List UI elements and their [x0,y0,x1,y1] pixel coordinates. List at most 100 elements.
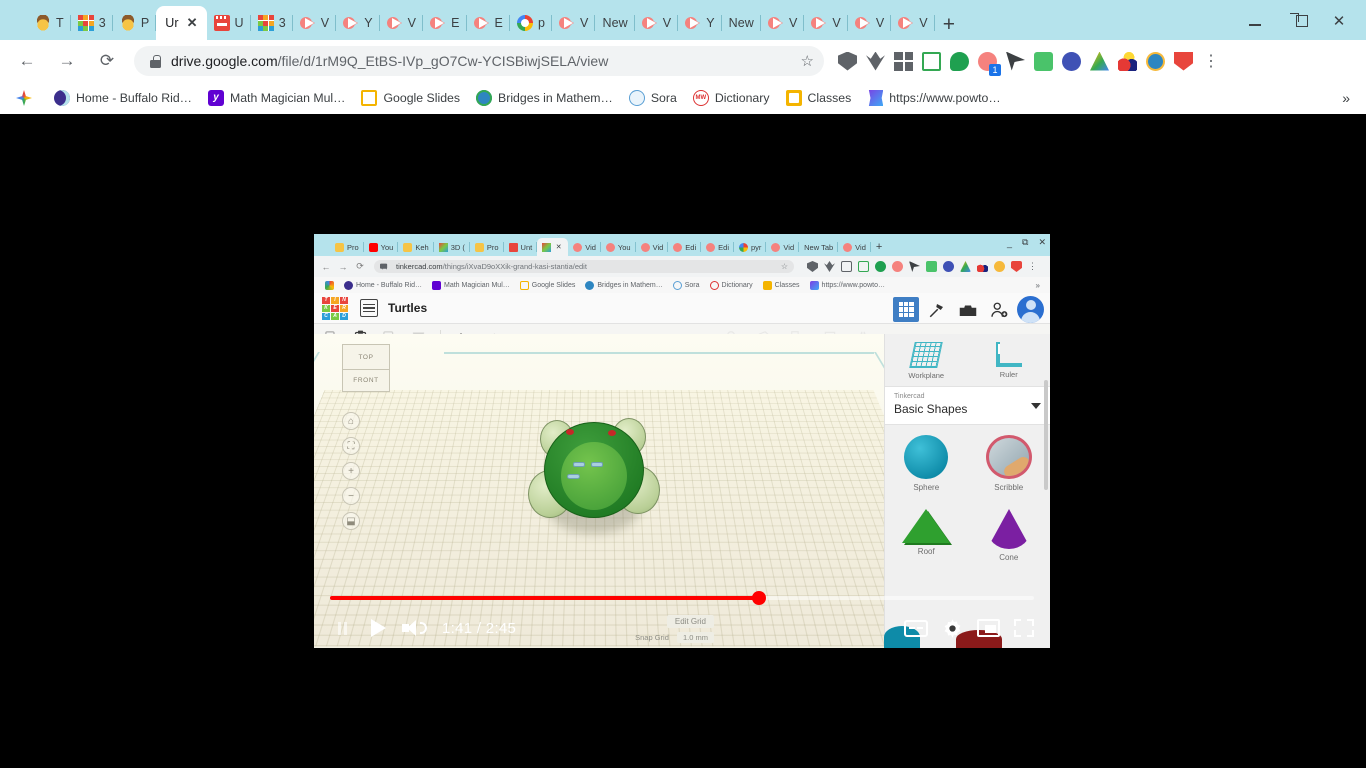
pause-button[interactable] [324,610,360,646]
browser-tab[interactable]: T [28,6,71,40]
minimize-button[interactable] [1234,6,1276,36]
bookmark-item[interactable]: Home - Buffalo Rid… [339,281,427,290]
browser-tab[interactable]: p [510,6,552,40]
video-badge-icon[interactable]: 1 [978,52,997,71]
bookmarks-overflow-button[interactable]: » [1036,281,1044,290]
forward-button[interactable]: → [336,262,350,272]
bookmark-item[interactable]: https://www.powto… [859,87,1008,109]
recorded-tab[interactable]: Keh [398,238,433,256]
browser-tab[interactable]: Y [336,6,379,40]
recorded-tab[interactable]: Unt [504,238,538,256]
cursor-icon[interactable] [1006,52,1025,71]
play-shield-icon[interactable] [1011,261,1022,272]
tinkercad-logo-icon[interactable]: T I N K E R C A D [322,297,348,319]
smiley-icon[interactable] [1034,52,1053,71]
browser-tab[interactable]: V [552,6,595,40]
browser-tab[interactable]: E [423,6,466,40]
recorded-tab[interactable]: 3D ( [434,238,470,256]
progress-bar[interactable] [330,596,1034,600]
browser-tab[interactable]: V [380,6,423,40]
browser-tab[interactable]: E [467,6,510,40]
green-blob-icon[interactable] [950,52,969,71]
recorded-tab[interactable]: Vid [636,238,669,256]
browser-tab[interactable]: New [595,6,634,40]
recorded-tab[interactable]: pyr [734,238,766,256]
bookmark-item[interactable]: Classes [758,281,805,290]
recorded-address-bar[interactable]: tinkercad.com/things/iXvaD9oXXik-grand-k… [374,260,794,273]
zoom-in-icon[interactable]: + [342,462,360,480]
recorded-new-tab-button[interactable]: + [871,238,887,256]
panel-scrollbar[interactable] [1044,380,1048,490]
view-cube-front[interactable]: FRONT [342,370,390,392]
bookmark-item[interactable]: Google Slides [515,281,581,290]
maximize-button[interactable] [1276,6,1318,36]
recorded-tab[interactable]: Edi [668,238,701,256]
hammer-icon[interactable] [924,297,950,322]
bookmark-item[interactable] [320,281,339,290]
chrome-menu-button[interactable]: ⋮ [1203,59,1219,64]
bookmark-item[interactable]: Dictionary [705,281,758,290]
recorded-tab[interactable]: New Tab [799,238,838,256]
chrome-menu-button[interactable]: ⋮ [1028,261,1037,272]
forward-button[interactable]: → [52,46,82,76]
recorded-tab[interactable]: Vid [568,238,601,256]
shape-sphere[interactable]: Sphere [885,425,968,499]
close-tab-icon[interactable]: ✕ [554,243,563,252]
browser-tab[interactable]: V [848,6,891,40]
browser-tab[interactable]: 3 [251,6,293,40]
zoom-out-icon[interactable]: − [342,487,360,505]
bookmark-item[interactable]: Bridges in Mathem… [580,281,667,290]
home-icon[interactable]: ⌂ [342,412,360,430]
progress-handle[interactable] [752,591,766,605]
bookmark-item[interactable]: Bridges in Mathem… [468,87,621,109]
recorded-tab[interactable]: Vid [838,238,871,256]
bookmark-item[interactable]: Classes [778,87,860,109]
globe-icon[interactable] [994,261,1005,272]
recorded-active-tab[interactable]: ✕ [537,238,568,256]
bookmark-star-icon[interactable]: ☆ [781,262,788,271]
smiley-icon[interactable] [926,261,937,272]
recorded-tab[interactable]: Pro [470,238,504,256]
chevron-down-icon[interactable] [1031,403,1041,409]
invite-user-icon[interactable] [986,297,1012,322]
video-badge-icon[interactable] [892,261,903,272]
back-button[interactable]: ← [12,46,42,76]
shape-scribble[interactable]: Scribble [968,425,1051,499]
bookmark-star-icon[interactable]: ☆ [801,52,814,70]
active-tab[interactable]: Ur ✕ [156,6,206,40]
new-tab-button[interactable]: + [943,14,955,35]
miniplayer-button[interactable] [977,619,1000,637]
shape-library-selector[interactable]: Tinkercad Basic Shapes [885,386,1050,425]
grid-view-icon[interactable] [893,297,919,322]
recorded-tab[interactable]: Vid [766,238,799,256]
minimize-button[interactable]: _ [1007,238,1012,248]
browser-tab[interactable]: V [804,6,847,40]
view-cube-top[interactable]: TOP [342,344,390,370]
green-book-icon[interactable] [858,261,869,272]
drive-icon[interactable] [960,261,971,272]
settings-gear-icon[interactable] [942,618,963,639]
play-button[interactable] [360,610,396,646]
recorded-tab[interactable]: You [601,238,636,256]
cursor-icon[interactable] [909,261,920,272]
gallery-icon[interactable] [955,297,981,322]
ruler-tool[interactable]: Ruler [968,334,1051,386]
bookmark-item[interactable] [8,87,46,109]
shield-icon[interactable] [838,52,857,71]
close-tab-icon[interactable]: ✕ [187,15,198,31]
video-player[interactable]: Pro You Keh 3D ( Pro Unt ✕ Vid You Vid E… [314,234,1050,648]
drive-icon[interactable] [1090,52,1109,71]
browser-tab[interactable]: New [722,6,761,40]
kami-icon[interactable] [943,261,954,272]
globe-icon[interactable] [1146,52,1165,71]
close-window-button[interactable]: ✕ [1038,237,1046,248]
molecule-icon[interactable] [977,261,988,272]
bookmark-item[interactable]: Google Slides [353,87,468,109]
user-avatar[interactable] [1017,296,1044,323]
browser-tab[interactable]: U [207,6,251,40]
recorded-tab[interactable]: Edi [701,238,734,256]
browser-tab[interactable]: V [761,6,804,40]
view-cube[interactable]: TOP FRONT [342,344,390,392]
shape-cone[interactable]: Cone [968,499,1051,569]
workplane-tool[interactable]: Workplane [885,334,968,386]
